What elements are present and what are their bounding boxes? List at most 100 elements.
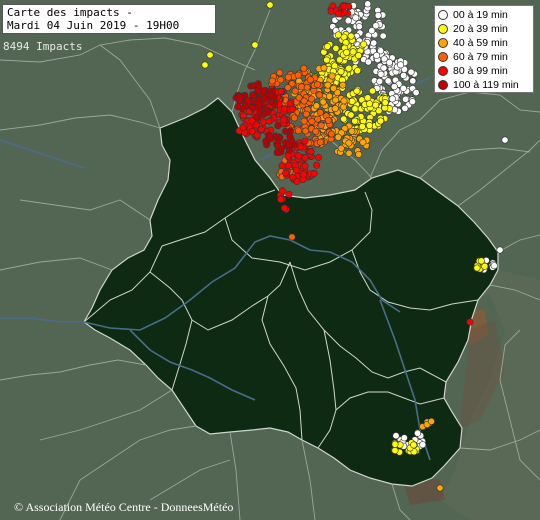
lightning-impact-dot — [313, 80, 321, 88]
lightning-impact-dot — [294, 71, 302, 79]
legend-dot-icon — [438, 10, 448, 20]
legend-item-3: 60 à 79 min — [438, 50, 530, 64]
lightning-impact-dot — [359, 138, 367, 146]
lightning-impact-dot — [276, 69, 284, 77]
lightning-impact-dot — [260, 87, 268, 95]
lightning-impact-dot — [261, 95, 269, 103]
impact-count: 8494 Impacts — [3, 40, 83, 53]
legend-dot-icon — [438, 80, 448, 90]
lightning-impact-dot — [323, 56, 331, 64]
lightning-impact-dot — [265, 132, 273, 140]
lightning-impact-dot — [360, 40, 368, 48]
lightning-impact-dot — [328, 72, 336, 80]
lightning-impact-dot — [466, 318, 474, 326]
lightning-impact-dot — [412, 89, 420, 97]
legend-item-4: 80 à 99 min — [438, 64, 530, 78]
legend-item-1: 20 à 39 min — [438, 22, 530, 36]
lightning-impact-dot — [353, 67, 361, 75]
lightning-impact-dot — [201, 61, 209, 69]
copyright-credit: © Association Météo Centre - DonneesMété… — [14, 500, 234, 514]
lightning-impact-dot — [370, 39, 378, 47]
lightning-impact-dot — [244, 96, 252, 104]
lightning-impact-dot — [334, 133, 342, 141]
lightning-impact-dot — [239, 112, 247, 120]
lightning-impact-dot — [501, 136, 509, 144]
lightning-impact-dot — [345, 149, 353, 157]
lightning-impact-dot — [307, 147, 315, 155]
lightning-impact-dot — [290, 114, 298, 122]
lightning-impact-dot — [332, 44, 340, 52]
lightning-impact-dot — [391, 446, 399, 454]
lightning-map[interactable]: Carte des impacts - Mardi 04 Juin 2019 -… — [0, 0, 540, 520]
lightning-impact-dot — [372, 101, 380, 109]
lightning-impact-dot — [490, 262, 498, 270]
lightning-impact-dot — [251, 41, 259, 49]
lightning-impact-dot — [355, 150, 363, 158]
lightning-impact-dot — [285, 190, 293, 198]
lightning-impact-dot — [372, 22, 380, 30]
lightning-impact-dot — [278, 187, 286, 195]
lightning-impact-dot — [358, 123, 366, 131]
lightning-impact-dot — [335, 10, 343, 18]
lightning-impact-dot — [300, 64, 308, 72]
legend-label: 100 à 119 min — [453, 79, 519, 91]
lightning-impact-dot — [391, 440, 399, 448]
lightning-impact-dot — [306, 76, 314, 84]
lightning-impact-dot — [400, 434, 408, 442]
lightning-impact-dot — [308, 118, 316, 126]
lightning-impact-dot — [267, 91, 275, 99]
lightning-impact-dot — [410, 441, 418, 449]
lightning-impact-dot — [268, 77, 276, 85]
lightning-impact-dot — [250, 82, 258, 90]
lightning-impact-dot — [257, 126, 265, 134]
lightning-impact-dot — [337, 68, 345, 76]
lightning-impact-dot — [351, 117, 359, 125]
lightning-impact-dot — [355, 23, 363, 31]
lightning-impact-dot — [249, 104, 257, 112]
lightning-impact-dot — [266, 1, 274, 9]
lightning-impact-dot — [277, 145, 285, 153]
lightning-impact-dot — [297, 143, 305, 151]
lightning-impact-dot — [315, 91, 323, 99]
lightning-impact-dot — [288, 233, 296, 241]
lightning-impact-dot — [343, 48, 351, 56]
lightning-impact-dot — [340, 115, 348, 123]
lightning-impact-dot — [388, 95, 396, 103]
lightning-impact-dot — [234, 103, 242, 111]
lightning-impact-dot — [345, 64, 353, 72]
lightning-impact-dot — [329, 84, 337, 92]
lightning-impact-dot — [292, 166, 300, 174]
lightning-impact-dot — [400, 71, 408, 79]
lightning-impact-dot — [278, 162, 286, 170]
lightning-impact-dot — [402, 95, 410, 103]
lightning-impact-dot — [284, 152, 292, 160]
lightning-impact-dot — [364, 94, 372, 102]
lightning-impact-dot — [352, 14, 360, 22]
lightning-impact-dot — [307, 95, 315, 103]
lightning-impact-dot — [374, 12, 382, 20]
lightning-impact-dot — [235, 93, 243, 101]
lightning-impact-dot — [427, 417, 435, 425]
lightning-impact-dot — [377, 70, 385, 78]
lightning-impact-dot — [280, 116, 288, 124]
lightning-impact-dot — [284, 73, 292, 81]
lightning-impact-dot — [331, 105, 339, 113]
lightning-impact-dot — [316, 108, 324, 116]
lightning-impact-dot — [324, 116, 332, 124]
lightning-impact-dot — [344, 17, 352, 25]
lightning-impact-dot — [364, 0, 372, 8]
lightning-impact-dot — [419, 441, 427, 449]
lightning-impact-dot — [334, 31, 342, 39]
lightning-impact-dot — [496, 246, 504, 254]
lightning-impact-dot — [347, 32, 355, 40]
lightning-impact-dot — [302, 127, 310, 135]
lightning-impact-dot — [376, 77, 384, 85]
lightning-impact-dot — [300, 97, 308, 105]
lightning-impact-dot — [392, 432, 400, 440]
lightning-impact-dot — [312, 102, 320, 110]
lightning-impact-dot — [313, 161, 321, 169]
lightning-impact-dot — [436, 484, 444, 492]
lightning-impact-dot — [280, 105, 288, 113]
lightning-impact-dot — [390, 83, 398, 91]
lightning-impact-dot — [253, 131, 261, 139]
